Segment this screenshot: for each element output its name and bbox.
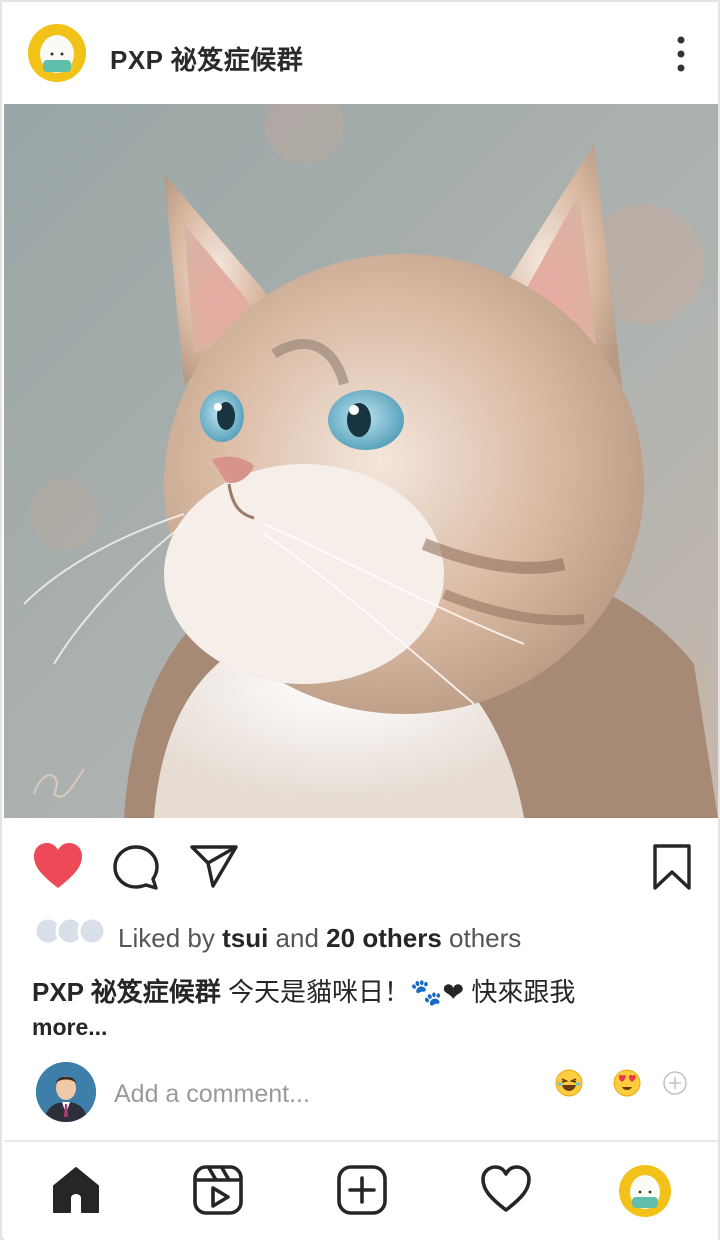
likes-text: Liked by tsui and 20 others others — [118, 923, 521, 954]
liked-by-user[interactable]: tsui — [222, 923, 268, 953]
post-username[interactable]: PXP 祕笈症候群 — [110, 40, 303, 77]
mascot-logo-icon — [28, 24, 86, 82]
create-post-icon[interactable] — [336, 1164, 388, 1216]
likes-summary[interactable]: Liked by tsui and 20 others others — [32, 914, 692, 958]
caption-text: 今天是貓咪日！🐾❤ 快來跟我 — [228, 977, 576, 1007]
commenter-avatar — [36, 1062, 96, 1122]
more-vertical-icon[interactable] — [666, 34, 696, 74]
post-image[interactable] — [4, 104, 718, 818]
profile-avatar-icon[interactable] — [618, 1164, 672, 1218]
kitten-illustration — [4, 104, 718, 818]
liked-by-others-trailing: others — [449, 923, 522, 953]
user-avatar-icon — [36, 1062, 96, 1122]
liked-by-others-count[interactable]: 20 others — [326, 923, 442, 953]
paper-plane-icon[interactable] — [190, 844, 238, 888]
profile-avatar[interactable] — [28, 24, 86, 82]
comment-bubble-icon[interactable] — [112, 844, 160, 892]
heart-eyes-emoji-icon[interactable] — [612, 1068, 642, 1098]
heart-outline-icon[interactable] — [480, 1164, 532, 1216]
post-frame: PXP 祕笈症候群 Liked by tsui and 20 others ot… — [0, 0, 720, 1240]
heart-filled-icon[interactable] — [32, 842, 84, 890]
add-circle-icon[interactable] — [662, 1070, 688, 1096]
reels-icon[interactable] — [192, 1164, 244, 1216]
bottom-navigation — [4, 1140, 718, 1240]
post-caption: PXP 祕笈症候群 今天是貓咪日！🐾❤ 快來跟我 — [32, 972, 692, 1012]
liked-by-and: and — [275, 923, 319, 953]
liked-by-prefix: Liked by — [118, 923, 215, 953]
caption-username[interactable]: PXP 祕笈症候群 — [32, 977, 221, 1007]
caption-more-link[interactable]: more... — [32, 1014, 107, 1041]
laughing-emoji-icon[interactable] — [554, 1068, 584, 1098]
post-header: PXP 祕笈症候群 — [2, 2, 718, 102]
home-icon[interactable] — [50, 1164, 102, 1216]
liked-by-avatars — [32, 914, 112, 950]
add-comment-input[interactable] — [114, 1074, 514, 1114]
bookmark-icon[interactable] — [652, 844, 692, 890]
